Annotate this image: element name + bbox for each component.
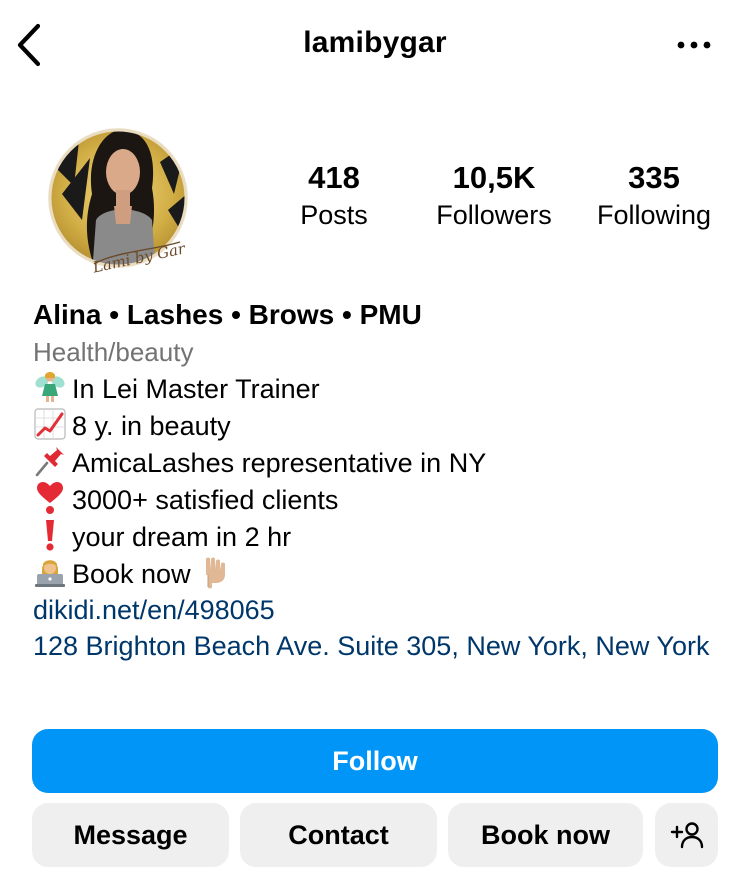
bio-line: 8 y. in beauty [33, 407, 733, 444]
followers-count: 10,5K [452, 160, 536, 195]
book-now-button[interactable]: Book now [448, 803, 643, 867]
following-stat[interactable]: 335 Following [588, 160, 720, 234]
posts-count: 418 [308, 160, 360, 195]
bio-line-text: In Lei Master Trainer [72, 374, 320, 404]
follow-button[interactable]: Follow [32, 729, 718, 793]
following-count: 335 [628, 160, 680, 195]
bio-line: 3000+ satisfied clients [33, 481, 733, 518]
profile-username: lamibygar [303, 26, 447, 59]
pointing-down-emoji-icon [205, 557, 225, 589]
pushpin-emoji-icon [35, 447, 64, 477]
bio-line-text: 8 y. in beauty [72, 411, 231, 441]
bio-line-text: Book now [72, 559, 191, 589]
bio-address[interactable]: 128 Brighton Beach Ave. Suite 305, New Y… [33, 628, 723, 664]
bio-line: your dream in 2 hr [33, 518, 733, 555]
profile-header: lamibygar [0, 0, 750, 92]
contact-button[interactable]: Contact [240, 803, 437, 867]
bio-line-text: your dream in 2 hr [72, 522, 292, 552]
bio-link[interactable]: dikidi.net/en/498065 [33, 592, 733, 628]
bio-line-text: 3000+ satisfied clients [72, 485, 339, 515]
exclamation-emoji-icon [46, 520, 54, 551]
bio-line: AmicaLashes representative in NY [33, 444, 733, 481]
suggested-accounts-button[interactable] [655, 803, 718, 867]
followers-stat[interactable]: 10,5K Followers [424, 160, 564, 234]
following-label: Following [596, 200, 712, 230]
message-button[interactable]: Message [32, 803, 229, 867]
add-person-icon [670, 822, 703, 849]
profile-bio: Alina • Lashes • Brows • PMU Health/beau… [33, 296, 733, 664]
posts-stat[interactable]: 418 Posts [274, 160, 394, 234]
posts-label: Posts [300, 200, 368, 230]
fairy-emoji-icon [35, 372, 65, 402]
profile-category: Health/beauty [33, 337, 194, 367]
heart-exclamation-emoji-icon [37, 482, 63, 514]
more-horizontal-icon [677, 41, 711, 49]
bio-line: Book now [33, 555, 733, 592]
followers-label: Followers [436, 200, 552, 230]
profile-display-name: Alina • Lashes • Brows • PMU [33, 299, 422, 330]
bio-line-text: AmicaLashes representative in NY [72, 448, 487, 478]
profile-page: lamibygar Lami by Gar 418 Posts 10,5K Fo… [0, 0, 750, 895]
technologist-emoji-icon [35, 560, 65, 587]
more-options-button[interactable] [672, 30, 716, 60]
chart-increasing-emoji-icon [34, 408, 66, 440]
profile-avatar[interactable]: Lami by Gar [34, 124, 202, 277]
bio-line: In Lei Master Trainer [33, 370, 733, 407]
